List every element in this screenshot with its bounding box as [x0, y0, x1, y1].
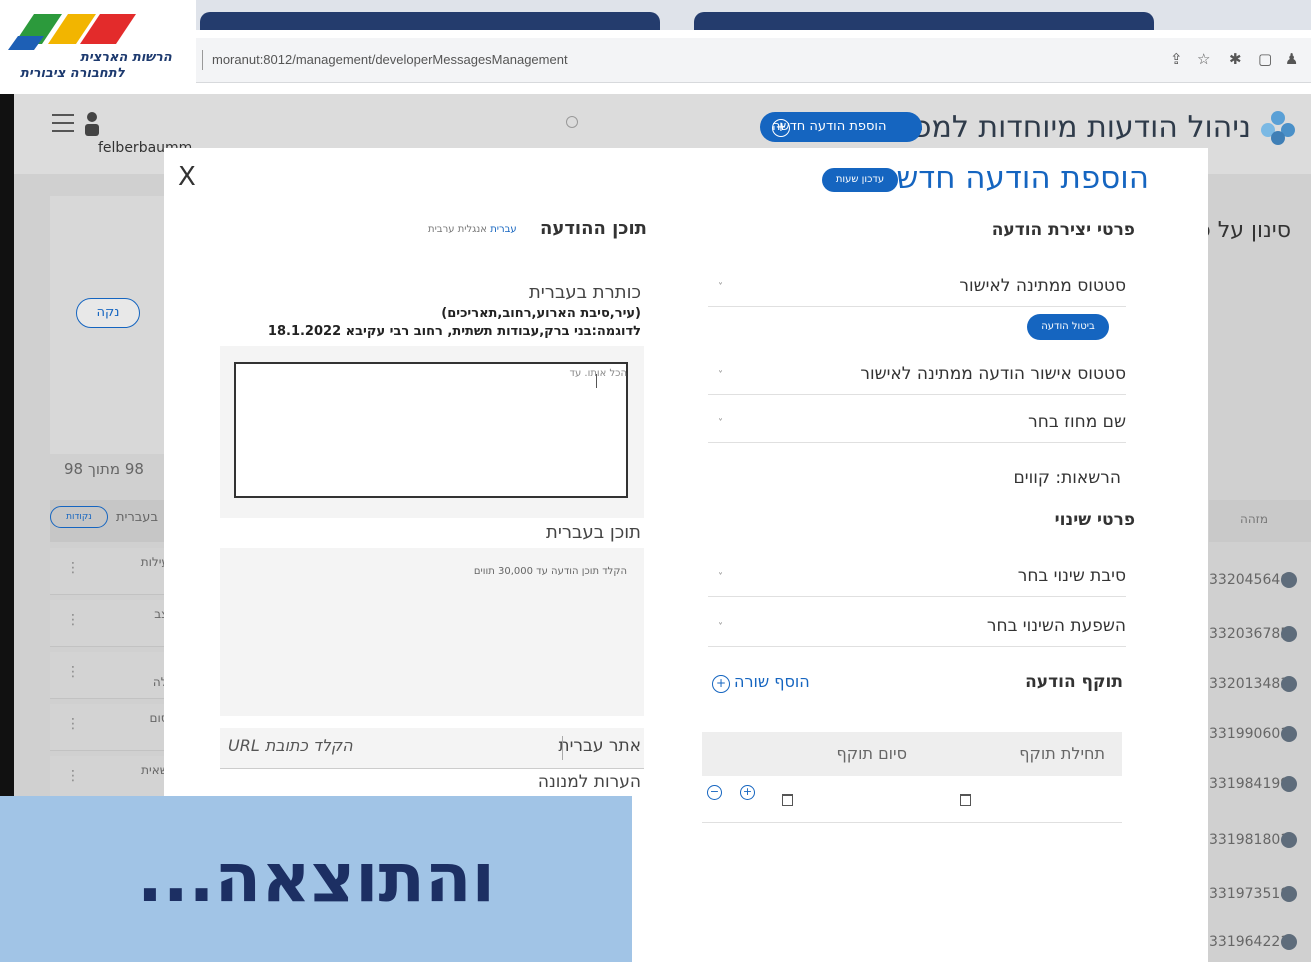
more-icon[interactable]: ⋮ [66, 560, 80, 576]
status-icon[interactable] [1281, 626, 1297, 642]
row-id: 332036785 [1209, 626, 1290, 642]
row-id: 331984199 [1209, 776, 1290, 792]
update-hours-button[interactable]: עדכון שעות [822, 168, 898, 192]
column-validity-start: תחילת תוקף [1019, 744, 1105, 763]
chevron-down-icon: ˅ [718, 572, 723, 583]
caption-text: והתוצאה... [137, 839, 495, 918]
close-icon[interactable]: X [178, 162, 196, 192]
change-reason-value: סיבת שינוי בחר [1017, 566, 1126, 586]
user-icon [85, 112, 99, 136]
calendar-icon[interactable] [960, 794, 971, 806]
column-validity-end: סיום תוקף [836, 744, 907, 763]
add-circle-icon[interactable]: + [712, 675, 730, 693]
row-id: 331964221 [1209, 934, 1290, 950]
title-hint: (עיר,סיבת הארוע,רחוב,תאריכים) [441, 306, 641, 321]
hebrew-content-label: תוכן בעברית [546, 522, 641, 543]
add-row-button[interactable]: הוסף שורה [734, 672, 810, 691]
status-icon[interactable] [1281, 676, 1297, 692]
add-circle-icon[interactable]: + [740, 785, 755, 800]
content-placeholder: הקלד תוכן הודעה עד 30,000 תווים [473, 566, 627, 577]
row-id: 331981801 [1209, 832, 1290, 848]
url-placeholder: הקלד כתובת URL [228, 736, 353, 755]
validity-row [702, 776, 1122, 823]
hebrew-site-label: אתר עברית [558, 736, 641, 756]
more-icon[interactable]: ⋮ [66, 768, 80, 784]
share-icon[interactable]: ⇪ [1170, 50, 1183, 68]
org-logo: הרשות הארצית לתחבורה ציבורית [0, 0, 196, 94]
chevron-down-icon: ˅ [718, 370, 723, 381]
sidebar-icon[interactable]: ▢ [1258, 50, 1272, 68]
district-value: שם מחוז בחר [1028, 412, 1126, 432]
district-select[interactable]: שם מחוז בחר ˅ [708, 408, 1126, 443]
column-header-id[interactable]: מזהה [1240, 512, 1268, 526]
calendar-icon[interactable] [782, 794, 793, 806]
column-header-hebrew[interactable]: בעברית [116, 510, 158, 525]
extensions-icon[interactable]: ✱ [1229, 50, 1242, 68]
field-divider [562, 736, 563, 760]
menu-icon[interactable] [52, 114, 74, 138]
section-creation-details: פרטי יצירת הודעה [991, 220, 1135, 240]
app-logo-icon [1261, 111, 1295, 145]
profile-icon[interactable]: ♟ [1285, 50, 1298, 68]
star-icon[interactable]: ☆ [1197, 50, 1210, 68]
tab-hebrew[interactable]: עברית [490, 224, 517, 235]
notes-label: הערות למנונה [537, 772, 641, 792]
change-reason-select[interactable]: סיבת שינוי בחר ˅ [708, 562, 1126, 597]
browser-tab[interactable] [200, 12, 660, 30]
logo-text-line2: לתחבורה ציבורית [20, 66, 125, 81]
status-field[interactable]: סטטוס ממתינה לאישור ˅ [708, 272, 1126, 307]
status-icon[interactable] [1281, 572, 1297, 588]
search-icon[interactable] [566, 116, 578, 128]
language-tabs: עברית אנגלית ערבית [428, 224, 517, 235]
approval-status-value: סטטוס אישור הודעה ממתינה לאישור [860, 364, 1126, 384]
title-example: לדוגמה:בני ברק,עבודות תשתית, רחוב רבי עק… [267, 324, 641, 339]
row-id: 331973518 [1209, 886, 1290, 902]
more-icon[interactable]: ⋮ [66, 612, 80, 628]
logo-text-line1: הרשות הארצית [80, 50, 172, 65]
tab-arabic[interactable]: ערבית [428, 224, 455, 235]
change-impact-value: השפעת השינוי בחר [986, 616, 1126, 636]
permissions-text: הרשאות: קווים [1013, 468, 1121, 488]
browser-tab[interactable] [694, 12, 1154, 30]
change-impact-select[interactable]: השפעת השינוי בחר ˅ [708, 612, 1126, 647]
more-icon[interactable]: ⋮ [66, 716, 80, 732]
status-value: סטטוס ממתינה לאישור [959, 276, 1126, 296]
more-icon[interactable]: ⋮ [66, 664, 80, 680]
status-icon[interactable] [1281, 726, 1297, 742]
status-icon[interactable] [1281, 886, 1297, 902]
row-id: 332013483 [1209, 676, 1290, 692]
title-placeholder: הכל אותו. עד [569, 368, 627, 379]
cancel-message-button[interactable]: ביטול הודעה [1027, 314, 1109, 340]
logo-stripes-icon [8, 14, 136, 50]
hebrew-title-textarea[interactable] [234, 362, 628, 498]
section-change-details: פרטי שינוי [1054, 510, 1135, 530]
text-cursor [596, 374, 597, 388]
results-count: 98 מתוך 98 [64, 460, 144, 478]
row-id: 332045646 [1209, 572, 1290, 588]
url-text[interactable]: moranut:8012/management/developerMessage… [212, 52, 568, 67]
divider [202, 50, 203, 70]
chevron-down-icon: ˅ [718, 418, 723, 429]
clear-filter-button[interactable]: נקה [76, 298, 140, 328]
tab-english[interactable]: אנגלית [458, 224, 487, 235]
status-icon[interactable] [1281, 934, 1297, 950]
plus-icon: + [772, 119, 790, 137]
status-icon[interactable] [1281, 776, 1297, 792]
section-validity: תוקף הודעה [1025, 672, 1123, 692]
hebrew-title-label: כותרת בעברית [528, 282, 641, 303]
status-icon[interactable] [1281, 832, 1297, 848]
filter-label: סינון על פ [1197, 218, 1291, 243]
column-chip[interactable]: נקודות [50, 506, 108, 528]
chevron-down-icon: ˅ [718, 282, 723, 293]
modal-title: הוספת הודעה חדשה [876, 160, 1149, 196]
row-id: 331990601 [1209, 726, 1290, 742]
chevron-down-icon: ˅ [718, 622, 723, 633]
remove-circle-icon[interactable]: − [707, 785, 722, 800]
approval-status-field[interactable]: סטטוס אישור הודעה ממתינה לאישור ˅ [708, 360, 1126, 395]
address-bar[interactable] [0, 38, 1311, 83]
section-message-content: תוכן ההודעה [540, 218, 647, 239]
